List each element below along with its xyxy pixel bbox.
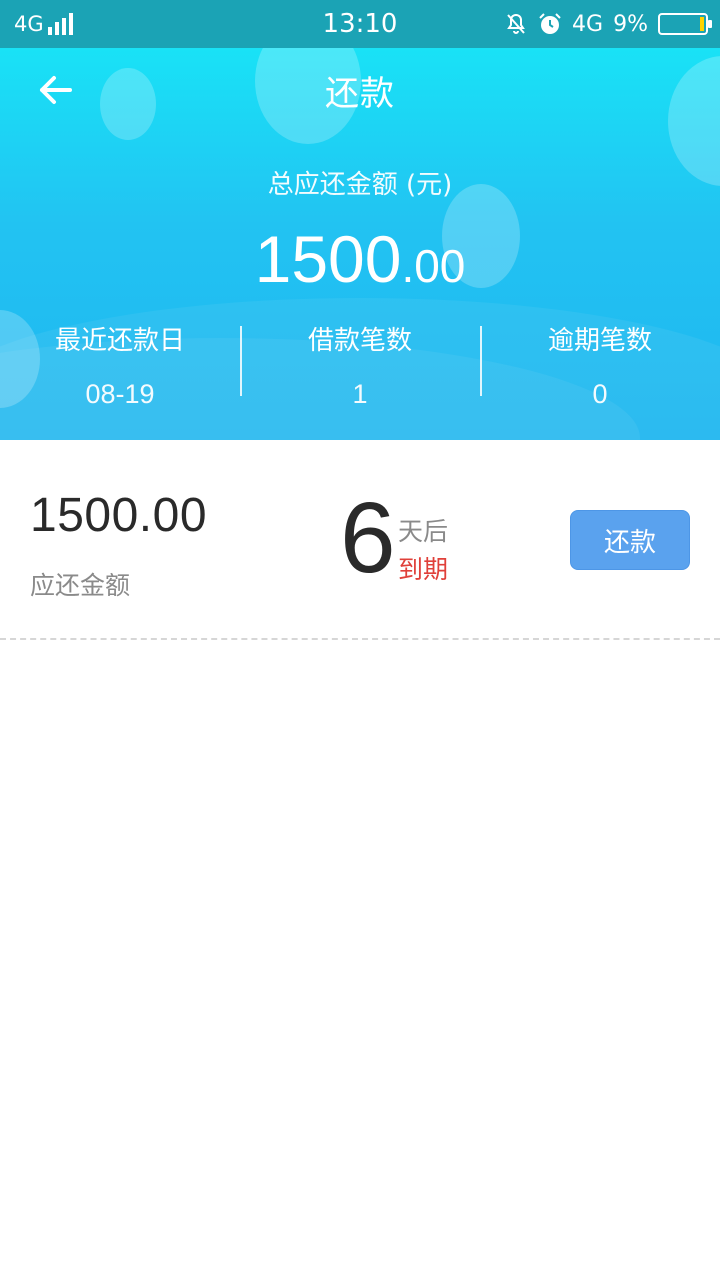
due-label: 到期: [398, 555, 449, 584]
stat-value: 1: [352, 379, 368, 409]
stat-label: 逾期笔数: [547, 326, 652, 356]
total-amount-label: 总应还金额 (元): [267, 170, 453, 200]
battery-percent: 9%: [613, 11, 648, 37]
page-title: 还款: [325, 74, 395, 114]
loan-amount-label: 应还金额: [30, 571, 131, 600]
total-amount-decimal: .00: [401, 240, 466, 292]
stats-row: 最近还款日 08-19 借款笔数 1 逾期笔数 0: [0, 316, 720, 409]
stat-latest-due-date: 最近还款日 08-19: [0, 316, 240, 409]
mute-icon: [504, 12, 528, 36]
stat-value: 0: [592, 379, 608, 409]
total-amount-integer: 1500: [254, 222, 402, 296]
repay-button[interactable]: 还款: [570, 510, 690, 570]
stat-overdue-count: 逾期笔数 0: [480, 316, 720, 409]
battery-level: [700, 17, 704, 31]
status-left: 4G: [14, 12, 73, 36]
stat-label: 最近还款日: [54, 326, 185, 356]
signal-icon: [47, 13, 73, 35]
stat-value: 08-19: [85, 379, 155, 409]
dashed-divider: [0, 638, 720, 640]
status-right: 4G 9%: [504, 11, 712, 37]
stat-label: 借款笔数: [307, 326, 412, 356]
network-type: 4G: [14, 12, 44, 36]
network-type-right: 4G: [572, 11, 604, 37]
days-until-due: 6: [340, 482, 396, 594]
days-after-label: 天后: [398, 517, 449, 546]
status-bar: 4G 13:10 4G 9%: [0, 0, 720, 48]
alarm-icon: [538, 12, 562, 36]
battery-icon: [658, 13, 712, 35]
total-amount: 1500.00: [0, 226, 720, 292]
summary-header: 还款 总应还金额 (元) 1500.00 最近还款日 08-19 借款笔数 1 …: [0, 48, 720, 440]
loan-amount: 1500.00: [30, 489, 208, 542]
loan-card: 1500.00 应还金额 6 天后 到期 还款: [0, 440, 720, 640]
stat-loan-count: 借款笔数 1: [240, 316, 480, 409]
